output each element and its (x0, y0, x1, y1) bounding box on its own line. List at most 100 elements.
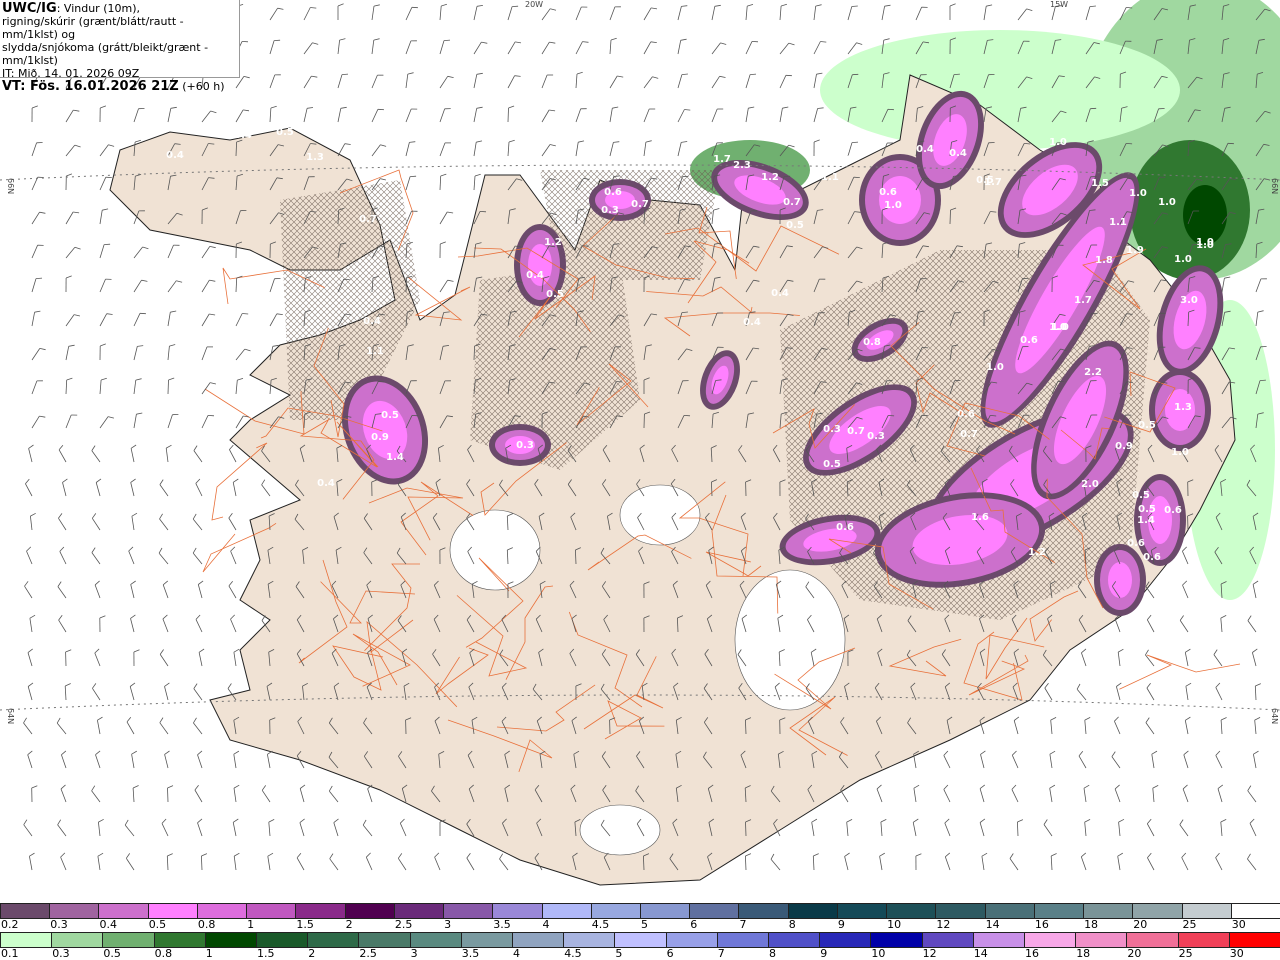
wind-barb (1146, 614, 1155, 633)
precip-value-label: 1.0 (986, 362, 1004, 373)
legend-label: 0.3 (50, 918, 68, 931)
precip-value-label: 0.7 (960, 429, 978, 440)
legend-label: 3.5 (493, 918, 511, 931)
wind-barb (399, 818, 407, 837)
wind-barb (473, 140, 483, 157)
wind-barb (337, 3, 344, 20)
wind-barb (91, 513, 101, 531)
wind-barb (711, 208, 720, 225)
legend-label: 16 (1034, 918, 1049, 931)
wind-barb (1152, 785, 1159, 803)
wind-barb (99, 416, 115, 429)
model-name: UWC/IG (2, 1, 57, 16)
wind-barb (65, 377, 73, 395)
precip-value-label: 1.0 (1158, 197, 1176, 208)
legend-label: 12 (922, 947, 937, 960)
legend-swatch (153, 932, 206, 948)
wind-barb (1184, 648, 1191, 667)
wind-barb (1116, 682, 1122, 701)
wind-barb (31, 211, 46, 225)
wind-barb (230, 546, 237, 565)
legend-swatch (98, 903, 149, 919)
precip-value-label: 0.6 (1127, 538, 1145, 549)
wind-barb (499, 853, 509, 871)
wind-barb (133, 246, 149, 259)
precip-value-label: 0.4 (949, 148, 967, 159)
wind-barb (1145, 649, 1155, 667)
precip-value-label: 1.5 (1091, 178, 1109, 189)
wind-barb (405, 141, 416, 157)
legend-swatch (836, 903, 888, 919)
wind-barb (979, 818, 986, 837)
wind-barb (434, 852, 441, 871)
precip-value-label: 1.0 (1049, 322, 1067, 333)
wind-barb (233, 784, 240, 803)
legend-label: 0.4 (99, 918, 117, 931)
wind-barb (23, 717, 33, 735)
wind-barb (201, 415, 215, 429)
wind-barb (65, 344, 75, 361)
wind-barb (1255, 310, 1264, 327)
legend-swatch (787, 903, 838, 919)
legend-swatch (295, 903, 346, 919)
wind-barb (1085, 5, 1096, 21)
wind-barb (193, 717, 203, 735)
precip-value-label: 0.7 (783, 197, 801, 208)
wind-barb (1084, 819, 1091, 837)
legend-label: 14 (973, 947, 988, 960)
wind-barb (94, 580, 101, 599)
wind-barb (1081, 648, 1087, 667)
precip-value-label: 1.7 (1074, 295, 1092, 306)
wind-barb (167, 244, 180, 259)
wind-barb (228, 580, 237, 599)
wind-barb (397, 853, 407, 871)
legend-label: 6 (666, 947, 674, 960)
wind-barb (65, 649, 72, 667)
legend-swatch (1177, 932, 1230, 948)
wind-barb (131, 750, 138, 769)
wind-barb (60, 852, 67, 871)
wind-barb (328, 785, 339, 803)
wind-barb (197, 818, 203, 837)
precip-value-label: 0.5 (823, 459, 841, 470)
wind-barb (779, 106, 789, 123)
wind-barb (1255, 278, 1267, 293)
wind-barb (770, 853, 781, 871)
legend-swatch (443, 903, 494, 919)
wind-barb (201, 382, 216, 395)
wind-barb (1011, 750, 1019, 769)
legend-swatch (246, 903, 297, 919)
wind-barb (1220, 615, 1227, 633)
wind-barb (1185, 682, 1192, 701)
precip-value-label: 1.0 (1049, 137, 1067, 148)
wind-barb (337, 73, 349, 89)
valid-time: VT: Fös. 16.01.2026 21Z (2, 79, 179, 94)
wind-barb (158, 547, 169, 565)
wind-barb (31, 142, 43, 157)
wind-barb (193, 683, 203, 701)
legend-swatch (972, 932, 1025, 948)
wind-barb (812, 853, 819, 871)
precip-value-label: 1.7 (713, 154, 731, 165)
wind-barb (541, 109, 556, 123)
wind-barb (745, 41, 759, 55)
legend-label: 0.8 (197, 918, 216, 931)
wind-barb (133, 279, 148, 293)
wind-barb (27, 750, 33, 769)
legend-swatch (51, 932, 104, 948)
legend-label: 4.5 (564, 947, 582, 960)
wind-barb (97, 716, 103, 735)
wind-barb (201, 853, 208, 871)
wind-barb (1182, 580, 1189, 599)
wind-barb (943, 784, 951, 803)
legend-swatch (49, 903, 100, 919)
wind-barb (31, 310, 41, 327)
legend-label: 4 (542, 918, 550, 931)
wind-barb (1220, 819, 1227, 837)
legend-swatch (1083, 903, 1134, 919)
legend-label: 0.2 (1, 918, 19, 931)
wind-barb (879, 852, 886, 871)
wind-barb (232, 818, 239, 837)
wind-barb (201, 346, 213, 361)
wind-barb (405, 40, 417, 55)
